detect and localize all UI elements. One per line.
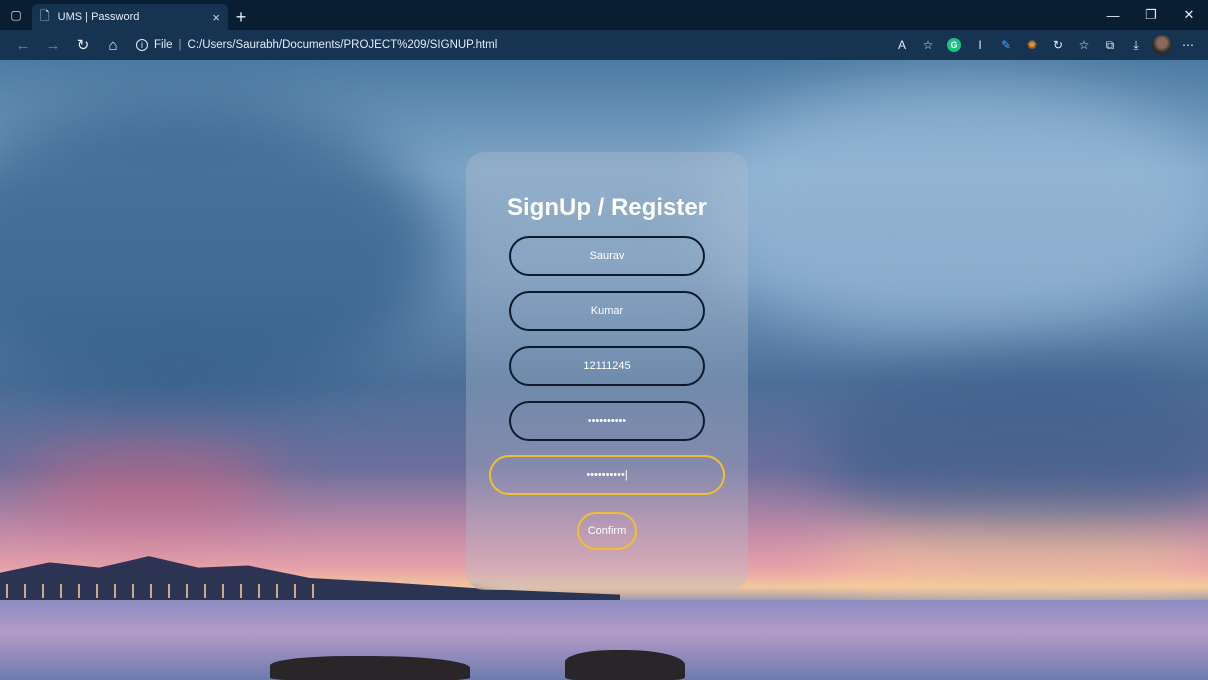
background-rock [565, 650, 685, 680]
back-icon[interactable]: ← [8, 32, 38, 58]
home-icon[interactable]: ⌂ [98, 32, 128, 58]
page-viewport: SignUp / Register Confirm [0, 60, 1208, 680]
window-controls: — ❐ ✕ [1094, 0, 1208, 30]
background-cloud [820, 530, 1208, 590]
more-menu-icon[interactable]: ⋯ [1176, 33, 1200, 57]
info-icon[interactable]: i [136, 39, 148, 51]
pen-extension-icon[interactable]: ✎ [994, 33, 1018, 57]
confirm-button[interactable]: Confirm [577, 512, 637, 550]
background-cloud [820, 360, 1208, 540]
collections-icon[interactable]: ⧉ [1098, 33, 1122, 57]
refresh-extension-icon[interactable]: ↻ [1046, 33, 1070, 57]
background-cloud [20, 450, 280, 520]
browser-tab[interactable]: 🗋 UMS | Password × [32, 4, 228, 30]
refresh-icon[interactable]: ↻ [68, 32, 98, 58]
background-cloud [700, 80, 1208, 340]
background-rock [270, 656, 470, 680]
new-tab-button[interactable]: + [228, 4, 254, 30]
forward-icon[interactable]: → [38, 32, 68, 58]
first-name-field[interactable] [509, 236, 705, 276]
close-window-button[interactable]: ✕ [1170, 0, 1208, 30]
signup-card: SignUp / Register Confirm [466, 152, 748, 590]
read-aloud-icon[interactable]: A [890, 33, 914, 57]
background-cloud [0, 100, 440, 400]
background-city-lights [0, 584, 320, 598]
confirm-password-field[interactable] [489, 455, 725, 495]
address-url[interactable]: C:/Users/Saurabh/Documents/PROJECT%209/S… [188, 39, 498, 51]
tab-title: UMS | Password [57, 11, 140, 23]
minimize-button[interactable]: — [1094, 0, 1132, 30]
favorites-icon[interactable]: ☆ [1072, 33, 1096, 57]
address-scheme: File [154, 39, 173, 51]
registration-number-field[interactable] [509, 346, 705, 386]
text-cursor-extension-icon[interactable]: I [968, 33, 992, 57]
browser-toolbar: ← → ↻ ⌂ i File | C:/Users/Saurabh/Docume… [0, 30, 1208, 60]
address-bar[interactable]: i File | C:/Users/Saurabh/Documents/PROJ… [136, 33, 736, 57]
browser-titlebar: ▢ 🗋 UMS | Password × + — ❐ ✕ [0, 0, 1208, 30]
password-field[interactable] [509, 401, 705, 441]
profile-avatar[interactable] [1150, 33, 1174, 57]
download-icon[interactable]: ⤓ [1124, 33, 1148, 57]
restore-button[interactable]: ❐ [1132, 0, 1170, 30]
last-name-field[interactable] [509, 291, 705, 331]
page-icon: 🗋 [40, 8, 50, 23]
tab-actions-icon[interactable]: ▢ [0, 0, 32, 30]
extension-grammarly-icon[interactable]: G [942, 33, 966, 57]
favorite-add-icon[interactable]: ☆ [916, 33, 940, 57]
toolbar-icons: A ☆ G I ✎ ✺ ↻ ☆ ⧉ ⤓ ⋯ [890, 33, 1200, 57]
page-title: SignUp / Register [506, 194, 708, 221]
tab-close-icon[interactable]: × [212, 10, 220, 25]
cookie-extension-icon[interactable]: ✺ [1020, 33, 1044, 57]
address-separator: | [178, 39, 182, 51]
